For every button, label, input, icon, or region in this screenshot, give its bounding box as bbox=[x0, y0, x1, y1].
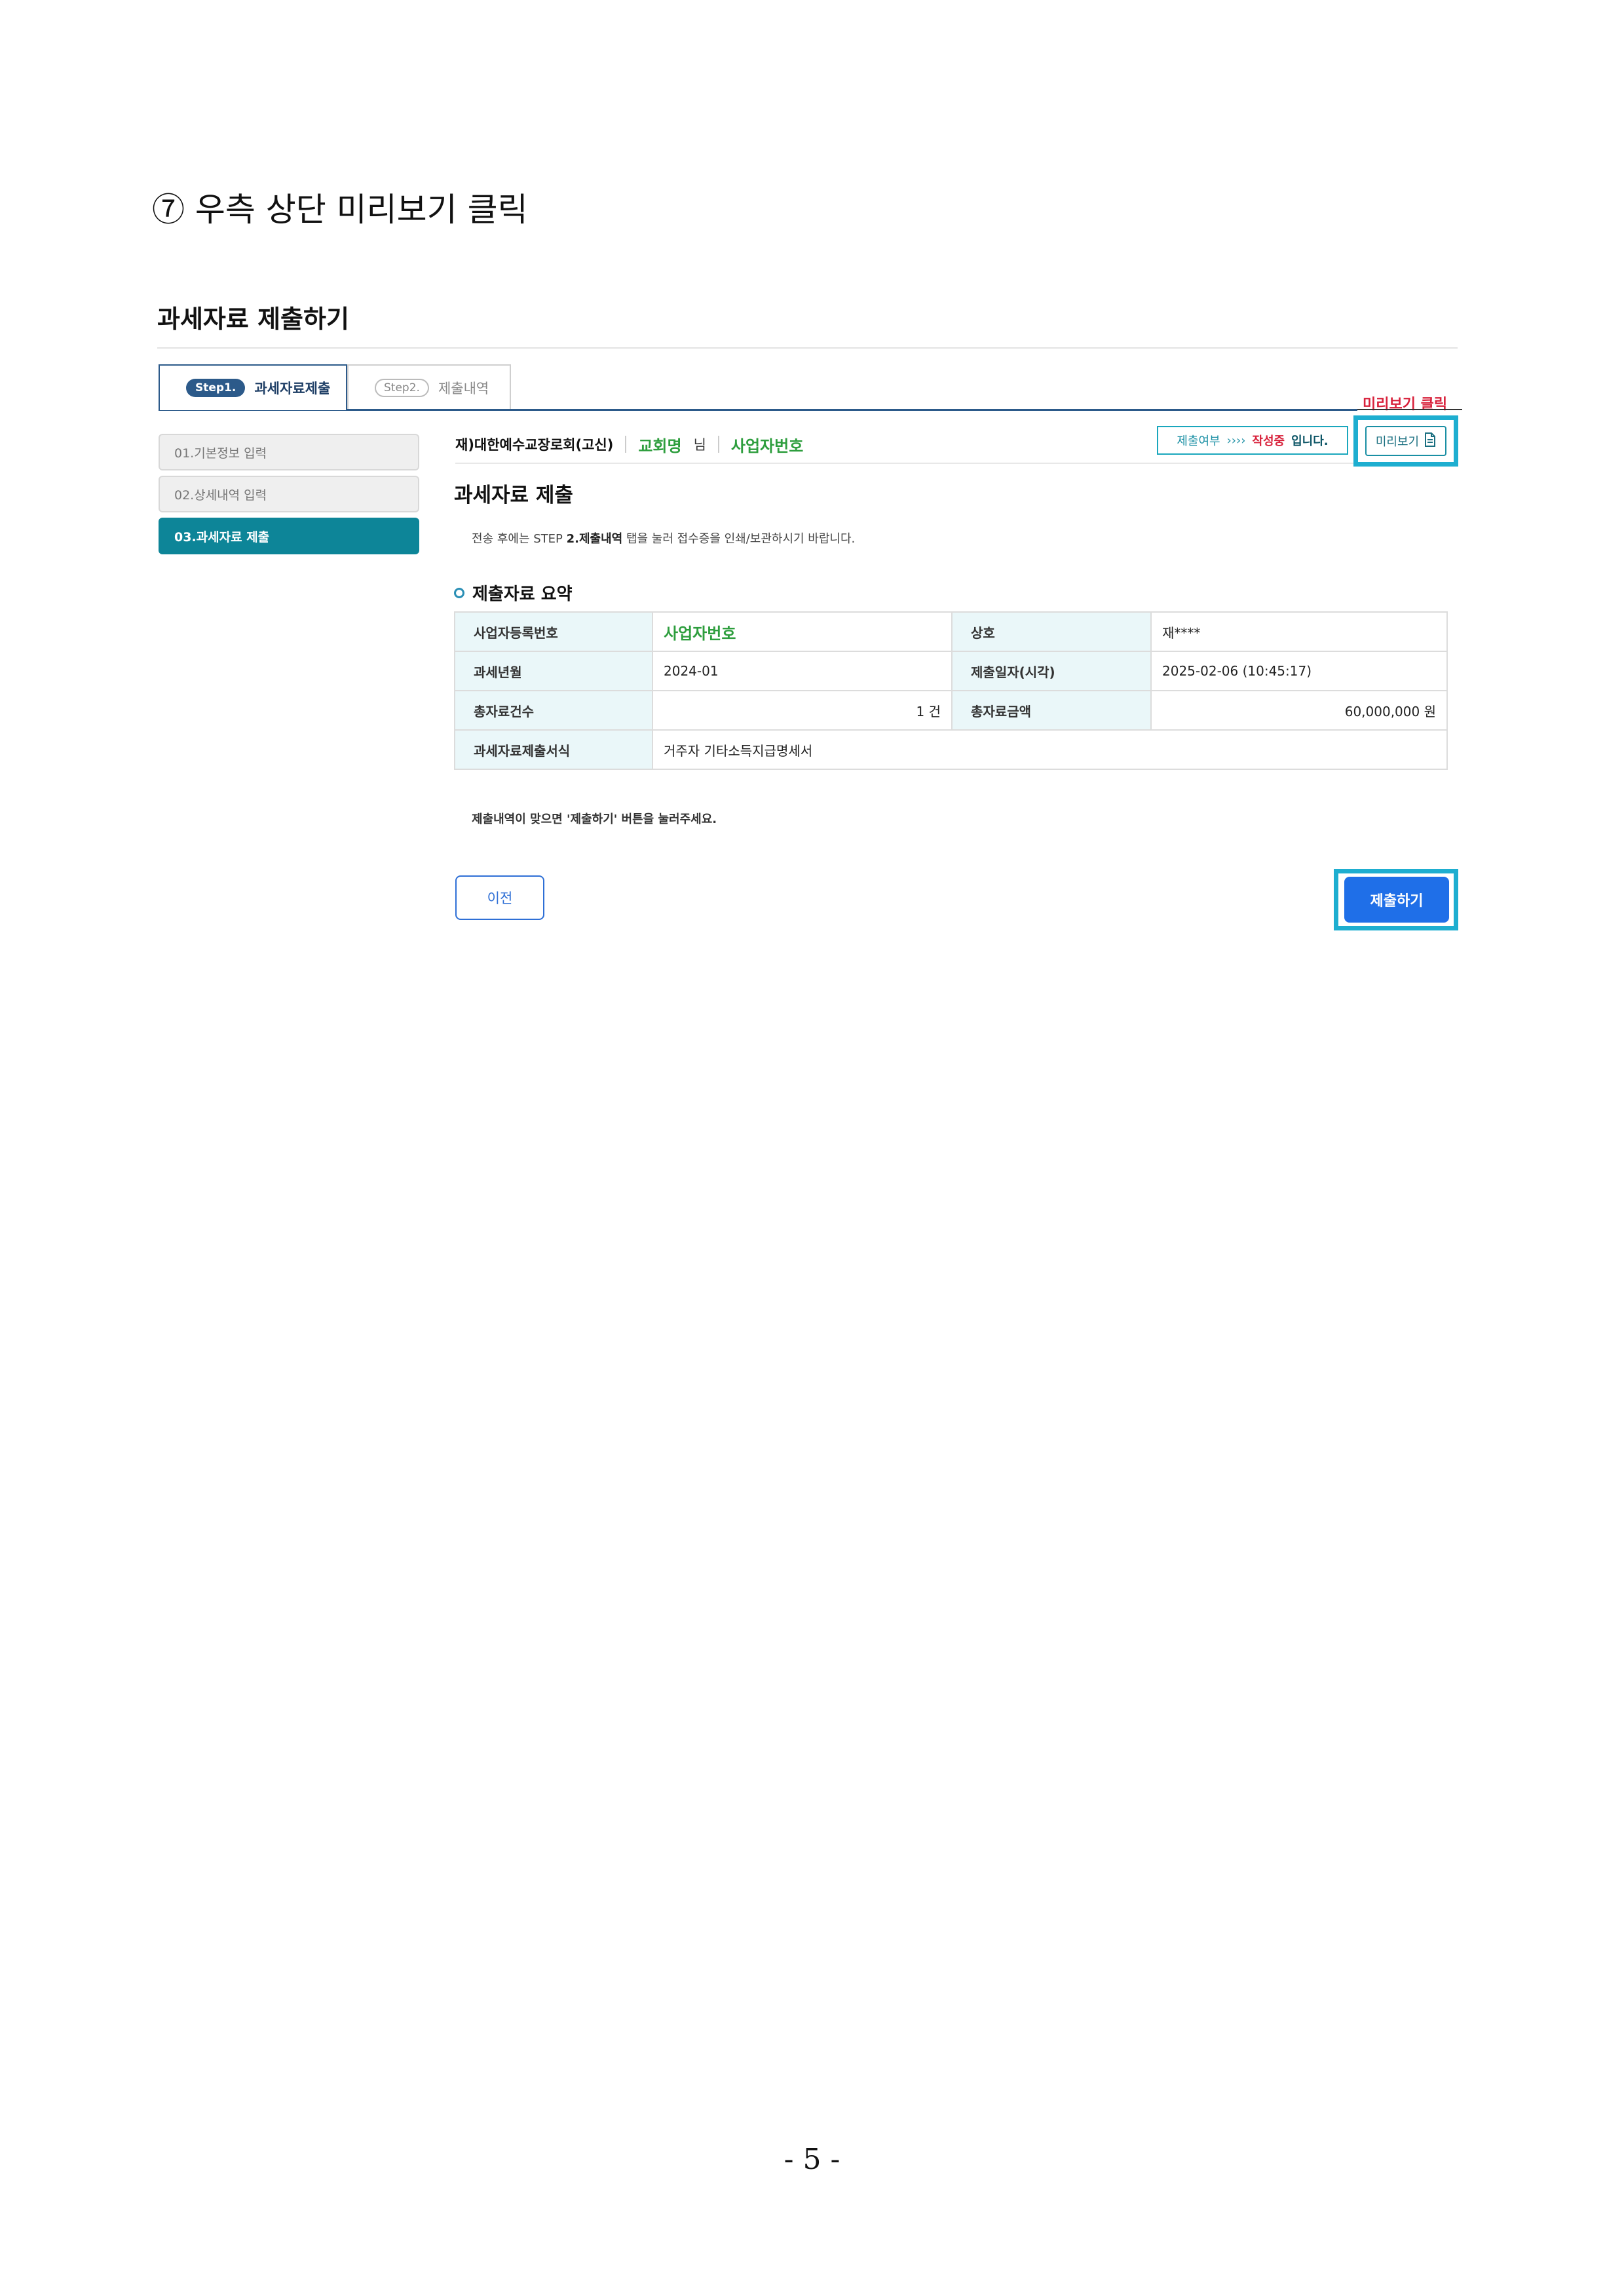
preview-button-label: 미리보기 bbox=[1375, 435, 1420, 449]
biz-reg-label: 사업자등록번호 bbox=[454, 611, 653, 652]
status-label: 제출여부 bbox=[1177, 434, 1220, 448]
tab-step1-label: 과세자료제출 bbox=[254, 381, 331, 396]
preview-callout-line bbox=[1357, 409, 1462, 410]
tab-step2-label: 제출내역 bbox=[438, 381, 489, 396]
form-value: 거주자 기타소득지급명세서 bbox=[652, 729, 1448, 770]
confirm-note: 제출내역이 맞으면 '제출하기' 버튼을 눌러주세요. bbox=[472, 813, 717, 826]
page-number: - 5 - bbox=[784, 2143, 840, 2176]
total-count-value: 1 건 bbox=[652, 690, 953, 731]
table-row: 총자료건수 1 건 총자료금액 60,000,000 원 bbox=[454, 690, 1448, 731]
church-name: 교회명 bbox=[638, 436, 682, 455]
section-title: 과세자료 제출하기 bbox=[157, 305, 349, 334]
submission-status-badge: 제출여부 ›››› 작성중 입니다. bbox=[1157, 426, 1348, 455]
document-icon bbox=[1424, 432, 1436, 450]
tab-step1[interactable]: Step1. 과세자료제출 bbox=[159, 364, 347, 410]
status-arrows: ›››› bbox=[1226, 433, 1246, 448]
summary-table: 사업자등록번호 사업자번호 상호 재**** 과세년월 2024-01 제출일자… bbox=[454, 611, 1448, 770]
summary-title-text: 제출자료 요약 bbox=[472, 584, 573, 604]
tax-month-value: 2024-01 bbox=[652, 651, 953, 691]
org-divider bbox=[455, 463, 1458, 464]
notice-prefix: 전송 후에는 STEP bbox=[472, 532, 567, 546]
table-row: 사업자등록번호 사업자번호 상호 재**** bbox=[454, 611, 1448, 652]
org-separator bbox=[717, 436, 719, 453]
sidebar-item-detail-info[interactable]: 02.상세내역 입력 bbox=[159, 476, 419, 512]
org-info-row: 재)대한예수교장로회(고신) 교회명 님 사업자번호 bbox=[455, 431, 803, 457]
sidebar-item-basic-info[interactable]: 01.기본정보 입력 bbox=[159, 434, 419, 470]
summary-title: 제출자료 요약 bbox=[454, 581, 573, 605]
form-label: 과세자료제출서식 bbox=[454, 729, 653, 770]
tab-step2[interactable]: Step2. 제출내역 bbox=[347, 364, 511, 410]
total-amount-value: 60,000,000 원 bbox=[1150, 690, 1448, 731]
step2-pill: Step2. bbox=[375, 379, 429, 397]
org-name: 재)대한예수교장로회(고신) bbox=[455, 437, 614, 453]
org-separator bbox=[625, 436, 627, 453]
org-biz-number: 사업자번호 bbox=[730, 436, 804, 455]
submit-date-label: 제출일자(시각) bbox=[951, 651, 1152, 691]
document-heading: ⑦ 우측 상단 미리보기 클릭 bbox=[152, 191, 528, 229]
total-amount-label: 총자료금액 bbox=[951, 690, 1152, 731]
status-value: 작성중 bbox=[1252, 434, 1285, 448]
biz-reg-value: 사업자번호 bbox=[652, 611, 953, 652]
submit-date-value: 2025-02-06 (10:45:17) bbox=[1150, 651, 1448, 691]
status-suffix: 입니다. bbox=[1291, 434, 1329, 448]
sidebar-item-tax-submit[interactable]: 03.과세자료 제출 bbox=[159, 518, 419, 554]
bullet-ring-icon bbox=[454, 587, 464, 598]
preview-callout-label: 미리보기 클릭 bbox=[1363, 396, 1448, 413]
company-label: 상호 bbox=[951, 611, 1152, 652]
total-count-label: 총자료건수 bbox=[454, 690, 653, 731]
submit-notice: 전송 후에는 STEP 2.제출내역 탭을 눌러 접수증을 인쇄/보관하시기 바… bbox=[472, 529, 855, 546]
honorific: 님 bbox=[693, 437, 706, 453]
submit-button[interactable]: 제출하기 bbox=[1344, 877, 1449, 923]
section-divider bbox=[157, 347, 1458, 349]
notice-suffix: 탭을 눌러 접수증을 인쇄/보관하시기 바랍니다. bbox=[622, 532, 856, 546]
table-row: 과세년월 2024-01 제출일자(시각) 2025-02-06 (10:45:… bbox=[454, 651, 1448, 691]
prev-button[interactable]: 이전 bbox=[455, 875, 544, 920]
step1-pill: Step1. bbox=[186, 379, 246, 397]
company-value: 재**** bbox=[1150, 611, 1448, 652]
preview-button[interactable]: 미리보기 bbox=[1365, 426, 1446, 456]
notice-bold: 2.제출내역 bbox=[566, 532, 623, 546]
tax-month-label: 과세년월 bbox=[454, 651, 653, 691]
main-title: 과세자료 제출 bbox=[454, 484, 573, 507]
table-row: 과세자료제출서식 거주자 기타소득지급명세서 bbox=[454, 729, 1448, 770]
